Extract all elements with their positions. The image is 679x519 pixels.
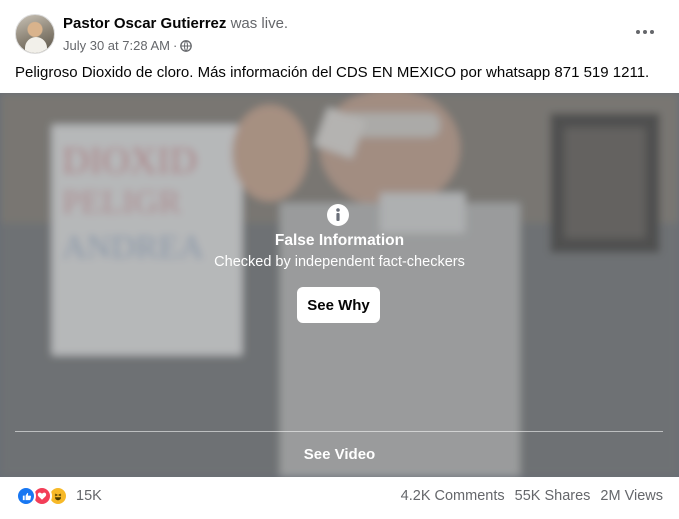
shares-count[interactable]: 55K Shares: [515, 488, 591, 504]
reactions-summary[interactable]: 15K: [16, 486, 102, 506]
views-count: 2M Views: [600, 488, 663, 504]
meta-separator: ·: [172, 38, 178, 53]
false-information-title: False Information: [274, 232, 405, 249]
like-icon: [16, 486, 36, 506]
globe-icon: [180, 39, 193, 52]
post-header: Pastor Oscar Gutierrez was live. July 30…: [0, 0, 679, 62]
post-stats: 15K 4.2K Comments 55K Shares 2M Views: [0, 477, 679, 517]
more-options-icon[interactable]: [635, 22, 655, 42]
comments-count[interactable]: 4.2K Comments: [401, 488, 505, 504]
reaction-count[interactable]: 15K: [76, 488, 102, 504]
post-text: Peligroso Dioxido de cloro. Más informac…: [15, 64, 650, 81]
author-line: Pastor Oscar Gutierrez was live.: [63, 15, 288, 32]
engagement-stats: 4.2K Comments 55K Shares 2M Views: [401, 488, 663, 504]
overlay-divider: [15, 431, 663, 432]
timestamp[interactable]: July 30 at 7:28 AM: [63, 38, 170, 53]
info-icon: [327, 204, 349, 226]
video-media: DIOXID PELIGR ANDREA False Information C…: [0, 93, 679, 477]
see-video-button[interactable]: See Video: [0, 446, 679, 463]
fact-check-subtitle: Checked by independent fact-checkers: [214, 254, 465, 270]
see-why-button[interactable]: See Why: [297, 287, 380, 323]
warning-overlay: [0, 93, 679, 477]
live-status: was live.: [230, 15, 289, 32]
post-meta: July 30 at 7:28 AM ·: [63, 38, 193, 53]
author-name[interactable]: Pastor Oscar Gutierrez: [63, 15, 226, 32]
avatar[interactable]: [15, 14, 55, 54]
